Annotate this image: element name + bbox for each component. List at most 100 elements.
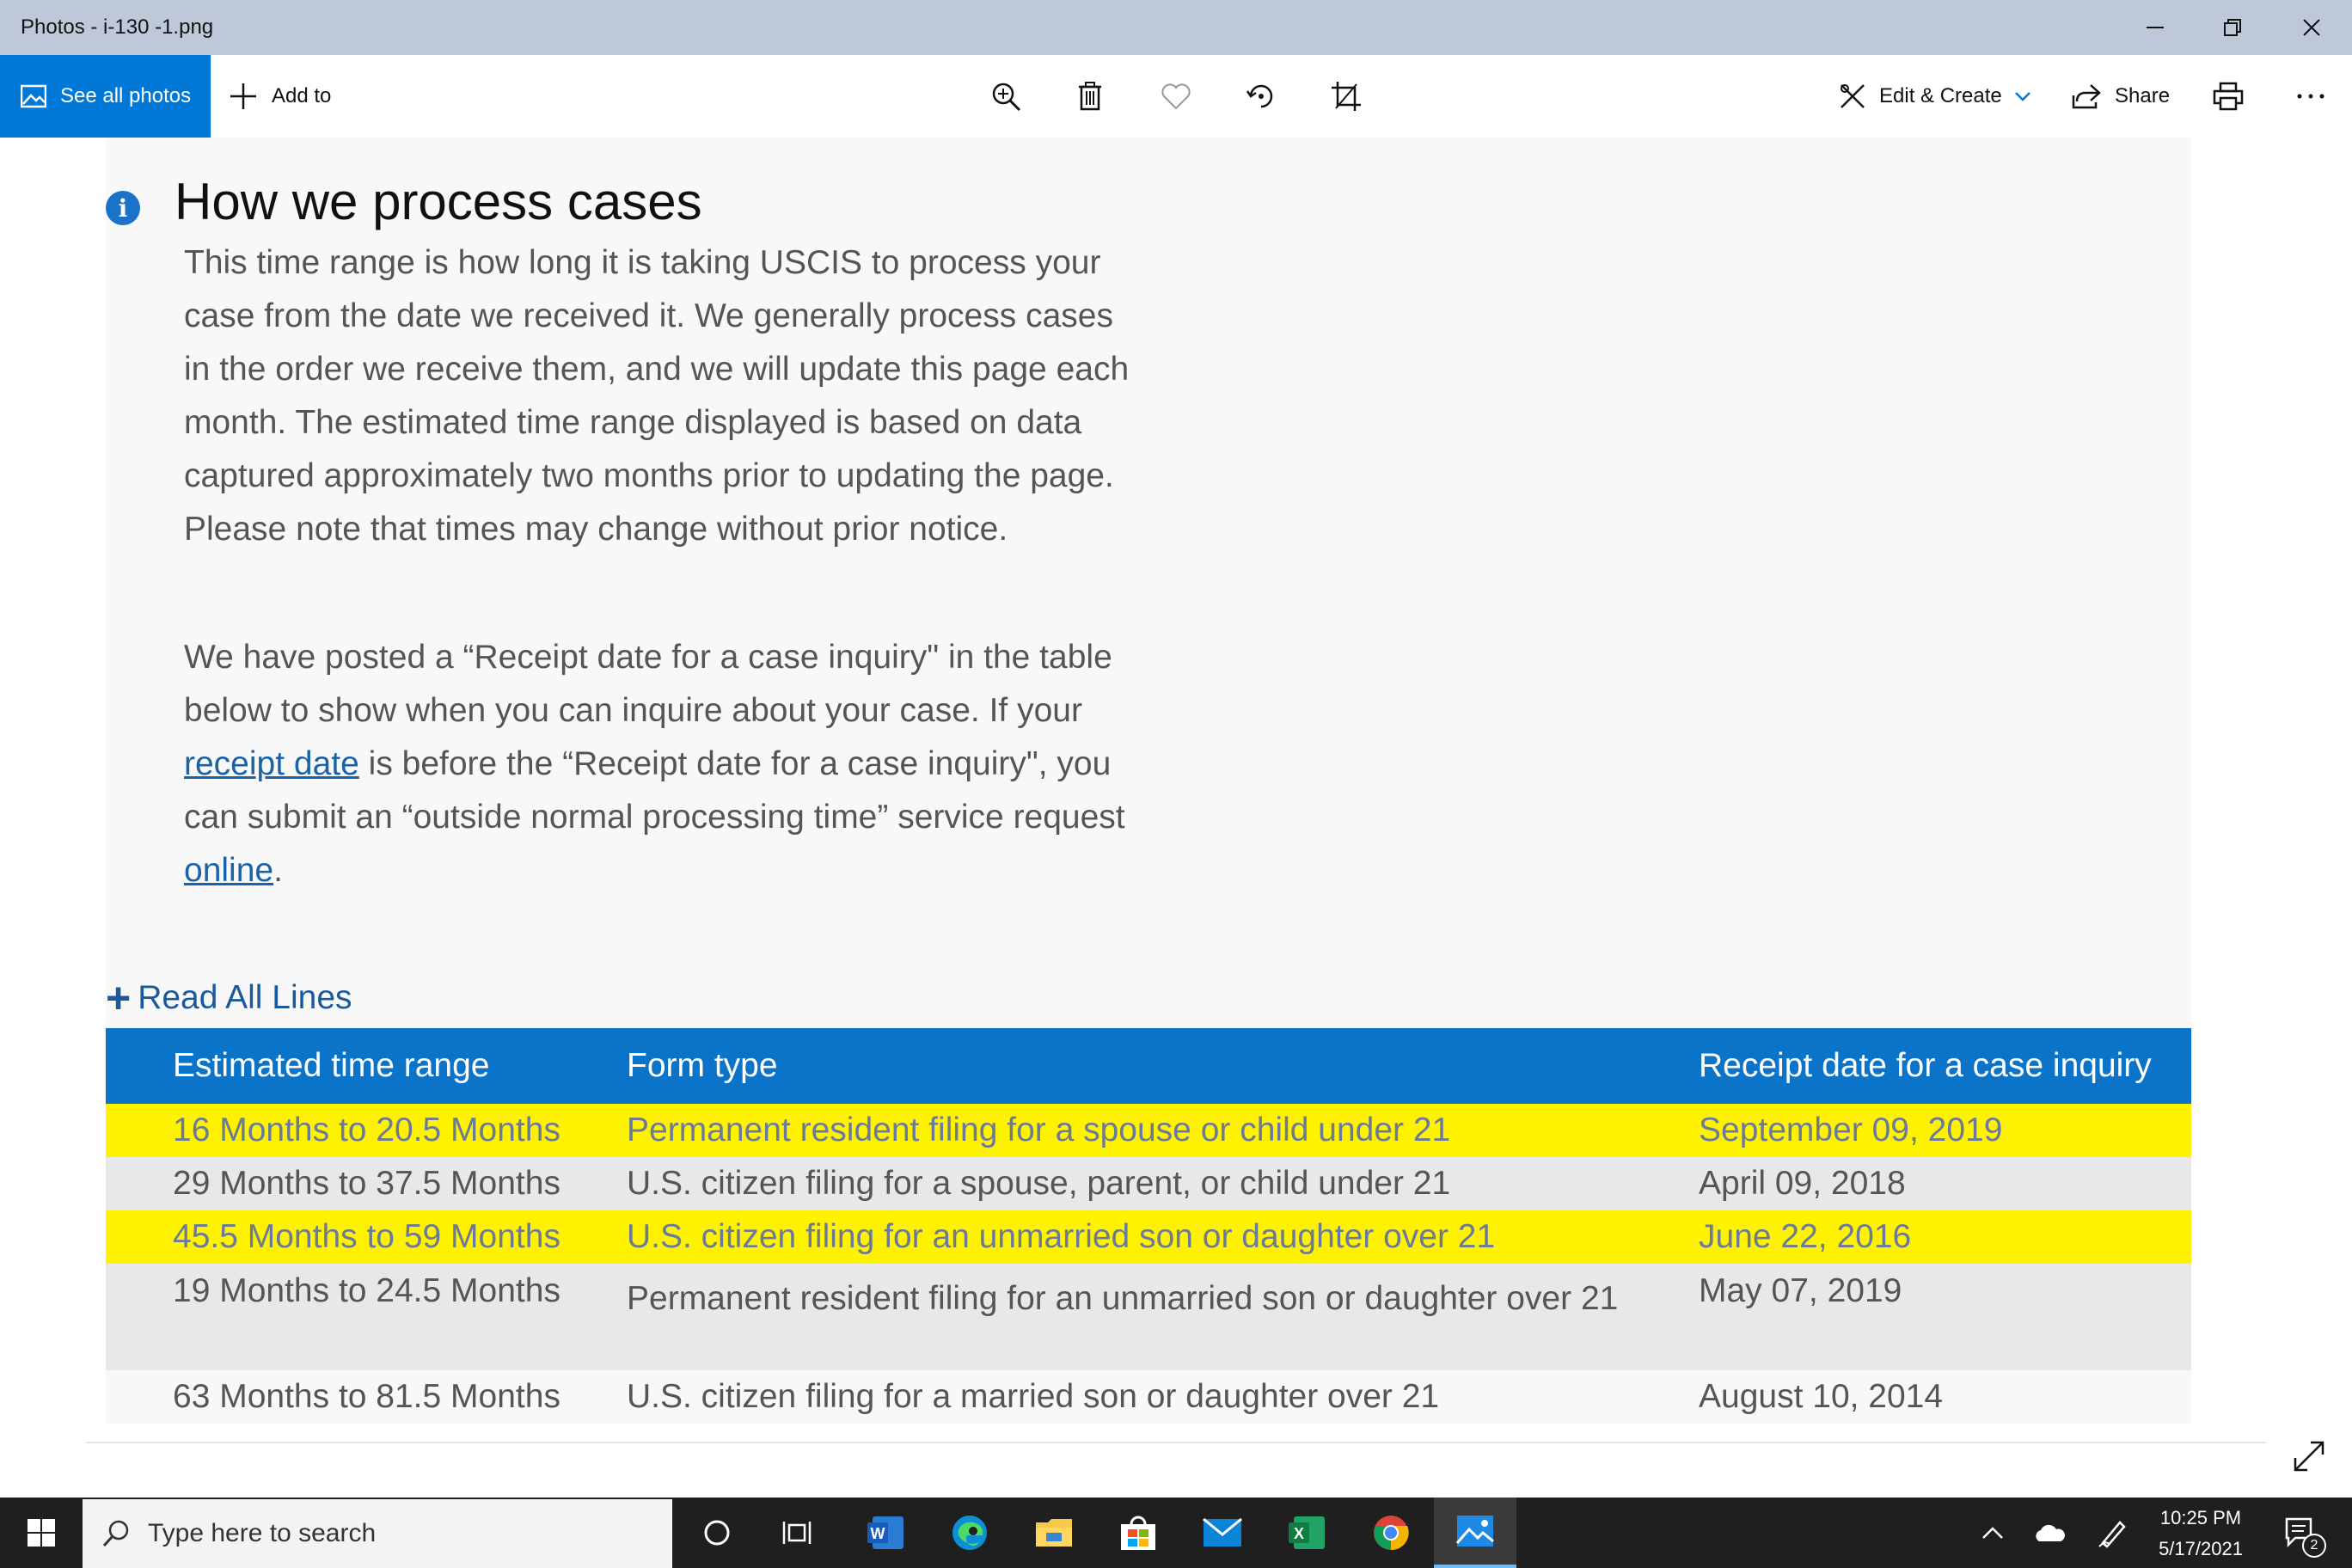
processing-description: This time range is how long it is taking… [184, 244, 1130, 548]
start-button[interactable] [0, 1498, 83, 1568]
zoom-button[interactable] [985, 76, 1026, 117]
see-all-photos-label: See all photos [60, 84, 192, 107]
excel-icon: X [1289, 1516, 1325, 1549]
form-type-cell: Permanent resident filing for a spouse o… [627, 1104, 1699, 1157]
cloud-icon [2036, 1524, 2065, 1541]
window-title: Photos - i-130 -1.png [21, 15, 214, 39]
restore-button[interactable] [2194, 0, 2271, 55]
see-all-photos-button[interactable]: See all photos [0, 55, 211, 138]
more-icon [2297, 94, 2324, 99]
table-row: 19 Months to 24.5 Months Permanent resid… [106, 1264, 2191, 1370]
print-button[interactable] [2208, 76, 2249, 117]
processing-times-table: Estimated time range Form type Receipt d… [106, 1028, 2191, 1424]
minimize-button[interactable] [2116, 0, 2194, 55]
cortana-button[interactable] [676, 1498, 758, 1568]
time-range-cell: 45.5 Months to 59 Months [106, 1210, 627, 1264]
table-row: 45.5 Months to 59 Months U.S. citizen fi… [106, 1210, 2191, 1264]
chevron-down-icon [2014, 92, 2030, 101]
word-icon: W [867, 1516, 903, 1549]
taskbar-clock[interactable]: 10:25 PM 5/17/2021 [2132, 1498, 2269, 1568]
header-time-range: Estimated time range [106, 1028, 627, 1104]
form-type-cell: U.S. citizen filing for a married son or… [627, 1370, 1699, 1424]
more-options-button[interactable] [2290, 76, 2331, 117]
photos-app[interactable] [1434, 1498, 1516, 1568]
action-center-button[interactable]: 2 [2259, 1498, 2342, 1568]
file-explorer-app[interactable] [1013, 1498, 1095, 1568]
search-icon [102, 1520, 129, 1547]
title-bar: Photos - i-130 -1.png [0, 0, 2352, 55]
word-app[interactable]: W [844, 1498, 927, 1568]
delete-button[interactable] [1069, 76, 1111, 117]
task-view-button[interactable] [756, 1498, 839, 1568]
form-type-cell: Permanent resident filing for an unmarri… [627, 1264, 1699, 1370]
rotate-icon [1246, 84, 1273, 108]
filmstrip-divider [86, 1442, 2266, 1443]
search-placeholder: Type here to search [148, 1519, 377, 1547]
receipt-date-description: We have posted a “Receipt date for a cas… [184, 631, 1130, 897]
mail-app[interactable] [1181, 1498, 1264, 1568]
table-row: 29 Months to 37.5 Months U.S. citizen fi… [106, 1157, 2191, 1210]
windows-taskbar: Type here to search W X 10:25 PM 5/17/20… [0, 1498, 2352, 1568]
table-row: 16 Months to 20.5 Months Permanent resid… [106, 1104, 2191, 1157]
store-icon [1121, 1516, 1155, 1550]
time-range-cell: 16 Months to 20.5 Months [106, 1104, 627, 1157]
plus-icon [230, 83, 256, 109]
receipt-date-cell: May 07, 2019 [1699, 1264, 2191, 1370]
folder-icon [1036, 1519, 1072, 1547]
form-type-cell: U.S. citizen filing for a spouse, parent… [627, 1157, 1699, 1210]
fullscreen-button[interactable] [2290, 1437, 2328, 1475]
edit-create-icon [1841, 84, 1865, 108]
store-app[interactable] [1097, 1498, 1179, 1568]
receipt-date-cell: April 09, 2018 [1699, 1157, 2191, 1210]
table-row: 63 Months to 81.5 Months U.S. citizen fi… [106, 1370, 2191, 1424]
crop-icon [1332, 82, 1361, 111]
share-label: Share [2115, 84, 2171, 107]
edge-app[interactable] [928, 1498, 1011, 1568]
trash-icon [1079, 82, 1101, 111]
notification-count-badge: 2 [2302, 1534, 2326, 1558]
mail-icon [1203, 1517, 1242, 1547]
header-form-type: Form type [627, 1028, 1699, 1104]
share-button[interactable]: Share [2072, 55, 2170, 138]
time-range-cell: 63 Months to 81.5 Months [106, 1370, 627, 1424]
share-icon [2072, 84, 2101, 109]
windows-logo-icon [28, 1519, 55, 1547]
restore-icon [2224, 19, 2241, 36]
svg-text:X: X [1294, 1525, 1304, 1542]
taskbar-search-box[interactable]: Type here to search [83, 1499, 672, 1568]
chrome-app[interactable] [1350, 1498, 1432, 1568]
receipt-date-cell: August 10, 2014 [1699, 1370, 2191, 1424]
header-receipt-date: Receipt date for a case inquiry [1699, 1028, 2191, 1104]
clock-date: 5/17/2021 [2159, 1538, 2243, 1559]
chrome-icon [1374, 1516, 1409, 1551]
online-link[interactable]: online [184, 852, 273, 889]
table-header-row: Estimated time range Form type Receipt d… [106, 1028, 2191, 1104]
edit-create-button[interactable]: Edit & Create [1838, 55, 2031, 138]
minimize-icon [2147, 27, 2164, 28]
close-button[interactable] [2273, 0, 2350, 55]
rotate-button[interactable] [1240, 76, 1282, 117]
para2-text-a: We have posted a “Receipt date for a cas… [184, 639, 1112, 729]
time-range-cell: 19 Months to 24.5 Months [106, 1264, 627, 1370]
close-icon [2303, 19, 2320, 36]
cortana-icon [704, 1520, 730, 1546]
para2-text-c: . [273, 852, 283, 889]
photos-icon [21, 84, 46, 108]
read-all-lines-label: Read All Lines [138, 979, 352, 1016]
crop-button[interactable] [1326, 76, 1367, 117]
clock-time: 10:25 PM [2159, 1507, 2242, 1528]
heart-icon [1161, 83, 1191, 110]
receipt-date-link[interactable]: receipt date [184, 745, 359, 782]
edit-create-label: Edit & Create [1879, 84, 2002, 107]
favorite-button[interactable] [1155, 76, 1197, 117]
zoom-in-icon [992, 83, 1021, 112]
svg-text:W: W [871, 1525, 885, 1542]
read-all-lines-toggle[interactable]: + Read All Lines [106, 977, 352, 1020]
task-view-icon [782, 1522, 812, 1544]
page-heading: How we process cases [175, 173, 702, 230]
photos-icon [1455, 1516, 1494, 1547]
add-to-button[interactable]: Add to [229, 55, 331, 138]
chevron-up-icon [1982, 1527, 2003, 1539]
excel-app[interactable]: X [1265, 1498, 1348, 1568]
photos-toolbar: See all photos Add to Edit & Create Shar… [0, 55, 2352, 138]
